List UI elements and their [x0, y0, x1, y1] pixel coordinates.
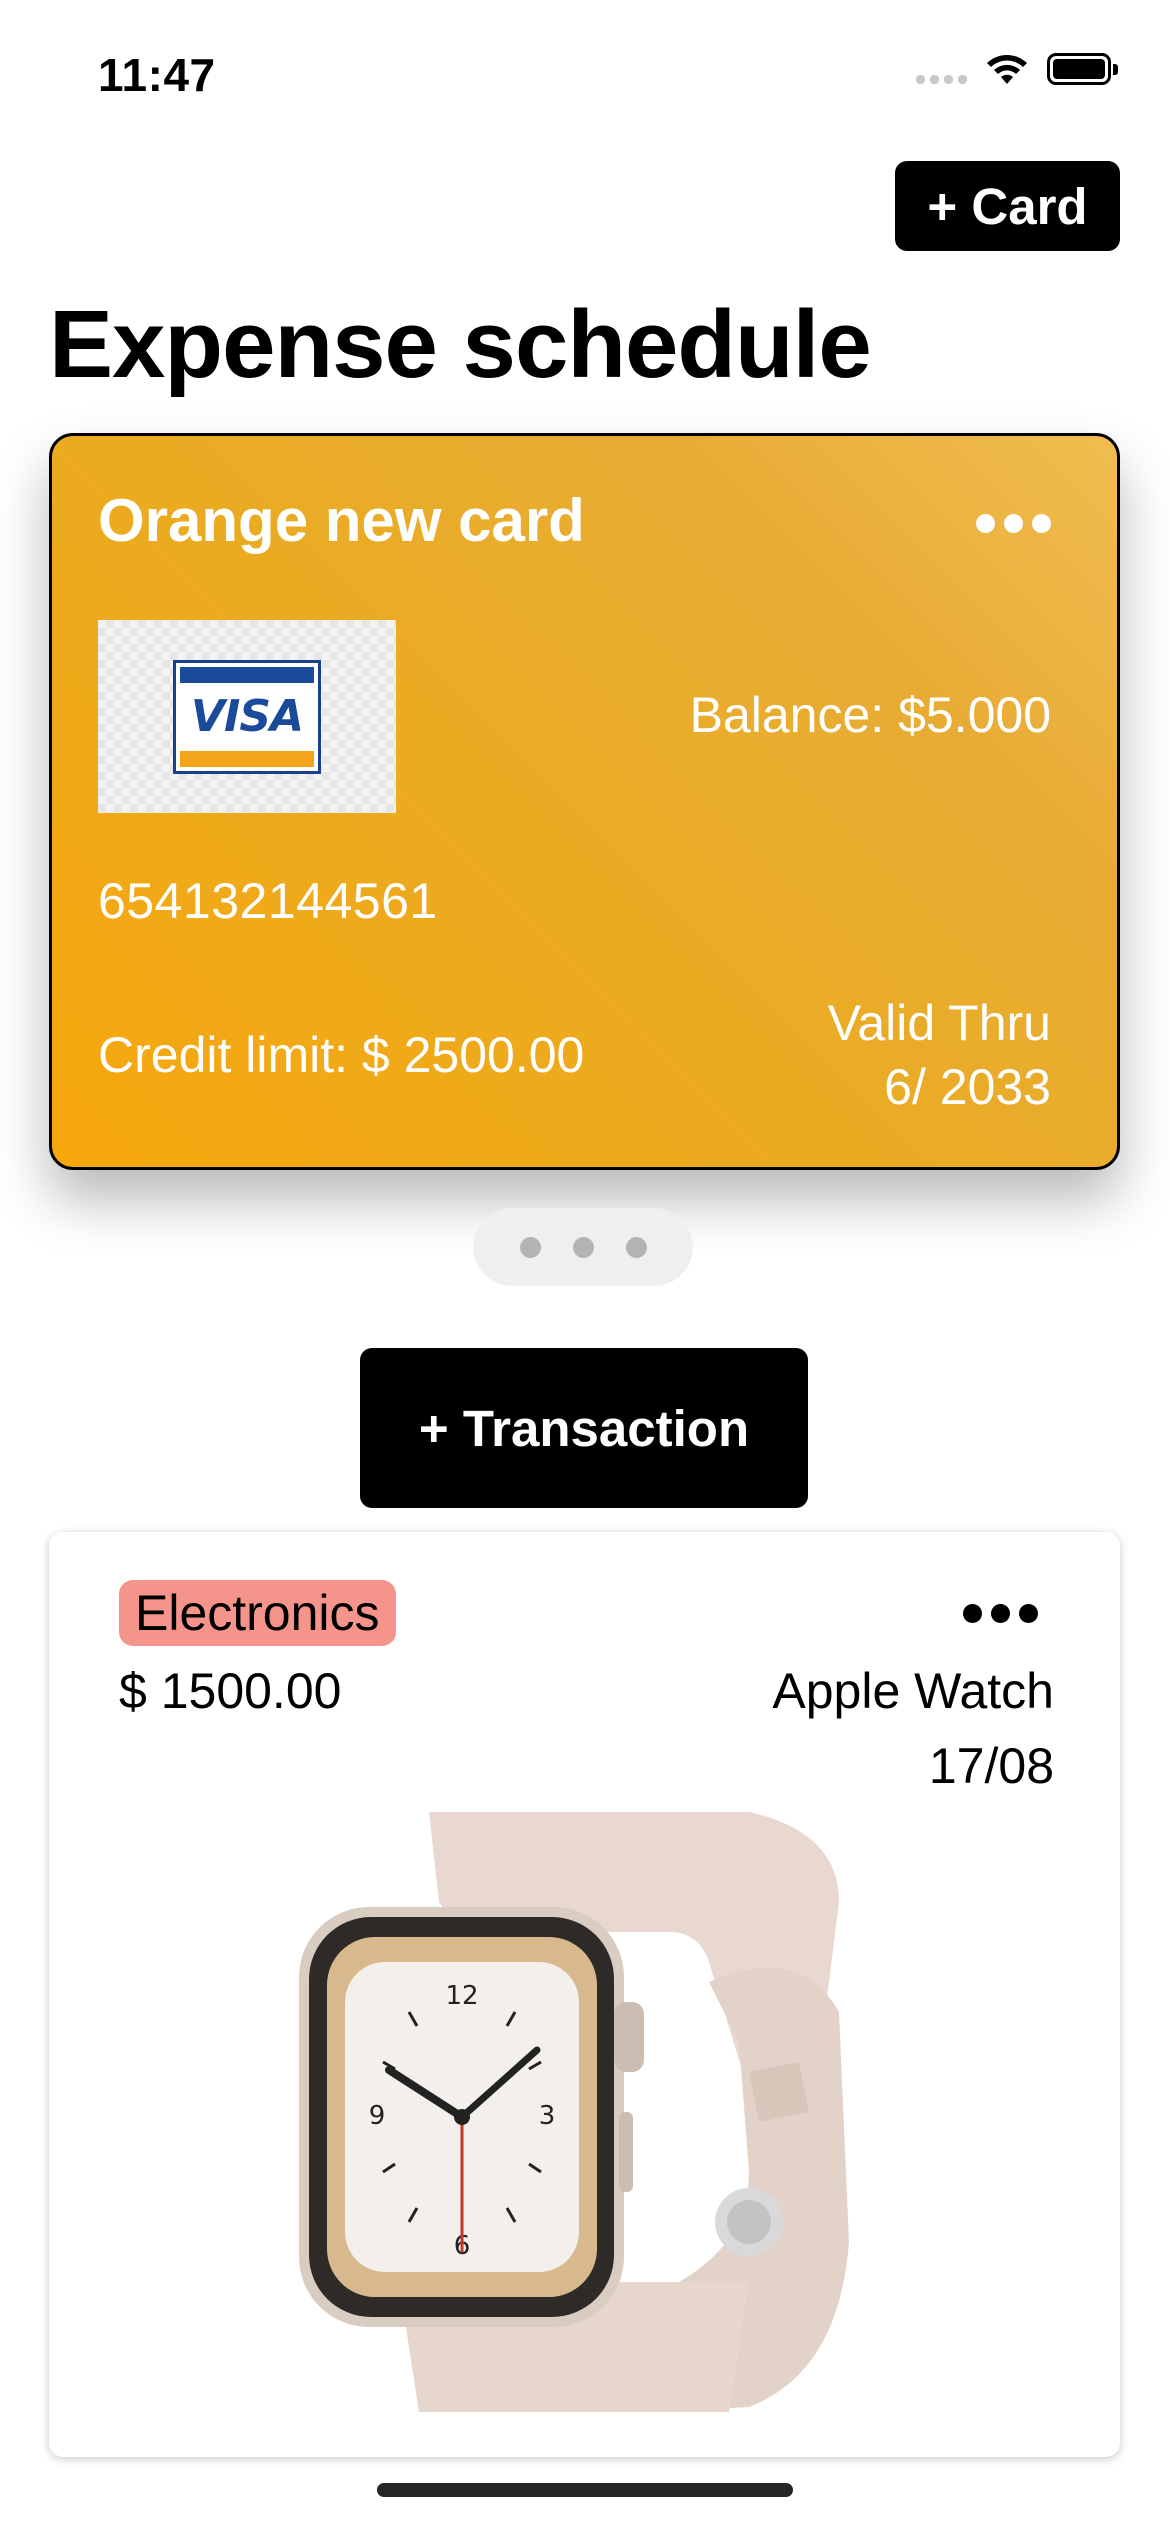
page-dot[interactable]: [625, 1236, 647, 1258]
card-balance: Balance: $5.000: [689, 687, 1051, 743]
battery-icon: [1047, 53, 1118, 85]
svg-text:9: 9: [369, 2101, 386, 2131]
card-valid-thru: Valid Thru 6/ 2033: [828, 991, 1051, 1119]
home-indicator[interactable]: [377, 2483, 793, 2497]
card-credit-limit: Credit limit: $ 2500.00: [98, 1027, 585, 1083]
page-title: Expense schedule: [49, 291, 872, 398]
add-card-button[interactable]: + Card: [895, 161, 1120, 251]
svg-text:3: 3: [539, 2101, 556, 2131]
page-dot[interactable]: [572, 1236, 594, 1258]
transaction-card[interactable]: Electronics $ 1500.00 Apple Watch 17/08 …: [49, 1532, 1120, 2457]
transaction-amount: $ 1500.00: [119, 1663, 342, 1719]
cellular-signal-icon: [916, 54, 967, 84]
transaction-name: Apple Watch: [772, 1663, 1054, 1719]
apple-watch-image: 12 3 6 9: [299, 1812, 849, 2412]
page-dot[interactable]: [519, 1236, 541, 1258]
card-name: Orange new card: [98, 487, 585, 554]
transaction-more-icon[interactable]: [963, 1604, 1038, 1623]
credit-card[interactable]: Orange new card VISA Balance: $5.000 654…: [49, 433, 1120, 1170]
status-time: 11:47: [98, 49, 216, 101]
status-icons: [916, 52, 1118, 86]
svg-text:12: 12: [445, 1981, 478, 2011]
category-badge: Electronics: [119, 1580, 396, 1646]
card-more-icon[interactable]: [976, 514, 1051, 533]
card-page-indicator[interactable]: [473, 1208, 693, 1286]
transaction-date: 17/08: [928, 1738, 1054, 1794]
valid-thru-date: 6/ 2033: [884, 1059, 1051, 1115]
valid-thru-label: Valid Thru: [827, 995, 1051, 1051]
wifi-icon: [985, 52, 1029, 86]
visa-logo-icon: VISA: [173, 659, 321, 774]
card-brand-logo: VISA: [98, 620, 396, 813]
add-transaction-button[interactable]: + Transaction: [360, 1348, 808, 1508]
card-number: 654132144561: [98, 873, 438, 929]
